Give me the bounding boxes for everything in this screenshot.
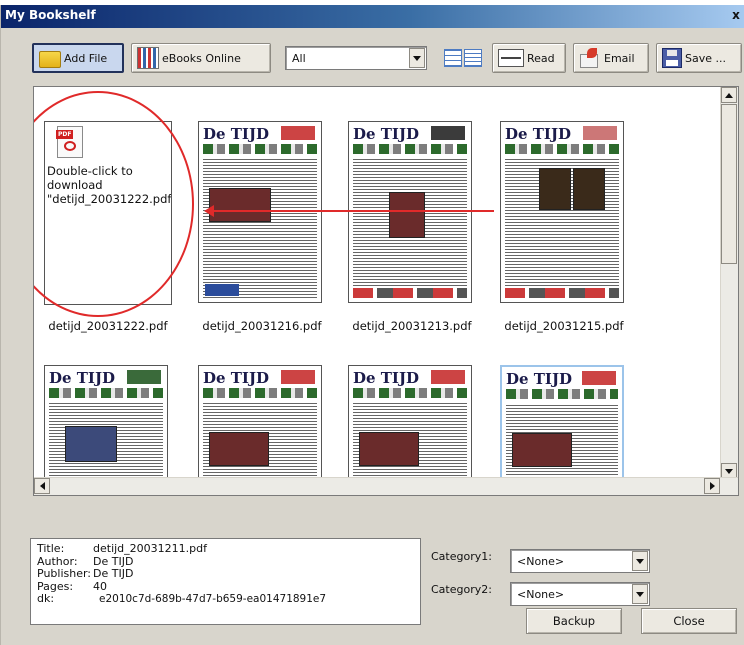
- book-thumbnail[interactable]: De TIJD: [500, 121, 624, 303]
- masthead: De TIJD: [203, 125, 270, 143]
- book-thumbnail[interactable]: De TIJD: [198, 121, 322, 303]
- chevron-down-icon[interactable]: [632, 551, 648, 571]
- masthead: De TIJD: [353, 369, 420, 387]
- book-open-icon: [498, 49, 524, 67]
- floppy-disk-icon: [662, 48, 682, 68]
- masthead: De TIJD: [49, 369, 116, 387]
- ebooks-online-button[interactable]: eBooks Online: [131, 43, 271, 73]
- bookshelf-icon: [137, 47, 159, 69]
- masthead: De TIJD: [203, 369, 270, 387]
- category2-value: <None>: [517, 588, 565, 601]
- close-icon[interactable]: x: [729, 8, 743, 22]
- category1-select[interactable]: <None>: [510, 549, 650, 573]
- category2-label: Category2:: [431, 583, 492, 596]
- close-button[interactable]: Close: [641, 608, 737, 634]
- download-hint: Double-click to download "detijd_2003122…: [47, 164, 172, 206]
- scroll-left-icon[interactable]: [34, 478, 50, 494]
- bookshelf-window: My Bookshelf x Add File eBooks Online Al…: [0, 5, 744, 645]
- filter-select[interactable]: All: [285, 46, 427, 70]
- author-value: De TIJD: [93, 554, 134, 568]
- book-caption: detijd_20031213.pdf: [352, 319, 472, 333]
- toolbar: Add File eBooks Online All Read Email Sa…: [1, 43, 744, 75]
- add-file-label: Add File: [64, 51, 108, 65]
- save-label: Save ...: [685, 51, 726, 65]
- scroll-right-icon[interactable]: [704, 478, 720, 494]
- dk-value: e2010c7d-689b-47d7-b659-ea01471891e7: [99, 593, 327, 605]
- book-details-panel: Title: detijd_20031211.pdf Author: De TIJD…: [30, 538, 421, 625]
- email-button[interactable]: Email: [573, 43, 649, 73]
- book-caption: detijd_20031215.pdf: [504, 319, 624, 333]
- read-button[interactable]: Read: [492, 43, 566, 73]
- title-value: detijd_20031211.pdf: [93, 542, 207, 555]
- email-icon: [579, 48, 601, 68]
- dk-label: dk:: [37, 592, 55, 605]
- publisher-value: De TIJD: [93, 567, 134, 580]
- book-caption: detijd_20031222.pdf: [48, 319, 168, 333]
- backup-button[interactable]: Backup: [526, 608, 622, 634]
- title-bar: My Bookshelf x: [1, 5, 744, 28]
- publisher-label: Publisher:: [37, 567, 92, 580]
- category1-label: Category1:: [431, 550, 492, 563]
- thumbnail-view-icon[interactable]: [444, 49, 462, 67]
- window-title: My Bookshelf: [5, 8, 96, 22]
- filter-value: All: [292, 52, 306, 65]
- save-button[interactable]: Save ...: [656, 43, 742, 73]
- vertical-scrollbar[interactable]: [720, 87, 738, 479]
- folder-icon: [39, 51, 61, 68]
- book-thumbnail[interactable]: PDF Double-click to download "detijd_200…: [44, 121, 172, 305]
- ebooks-online-label: eBooks Online: [162, 51, 241, 65]
- pages-value: 40: [93, 579, 107, 593]
- masthead: De TIJD: [506, 370, 573, 388]
- chevron-down-icon[interactable]: [409, 48, 425, 68]
- book-caption: detijd_20031216.pdf: [202, 319, 322, 333]
- chevron-down-icon[interactable]: [632, 584, 648, 604]
- pdf-file-icon: PDF: [56, 126, 83, 158]
- scroll-thumb[interactable]: [721, 104, 737, 264]
- book-thumbnail[interactable]: De TIJD: [348, 121, 472, 303]
- category1-value: <None>: [517, 555, 565, 568]
- list-view-icon[interactable]: [464, 49, 482, 67]
- category2-select[interactable]: <None>: [510, 582, 650, 606]
- masthead: De TIJD: [505, 125, 572, 143]
- bookshelf-area: PDF Double-click to download "detijd_200…: [33, 86, 739, 496]
- email-label: Email: [604, 51, 635, 65]
- horizontal-scrollbar[interactable]: [34, 477, 738, 495]
- read-label: Read: [527, 51, 555, 65]
- scroll-up-icon[interactable]: [721, 87, 737, 103]
- pdf-tag: PDF: [56, 130, 74, 139]
- add-file-button[interactable]: Add File: [32, 43, 124, 73]
- masthead: De TIJD: [353, 125, 420, 143]
- title-label: Title:: [37, 542, 65, 555]
